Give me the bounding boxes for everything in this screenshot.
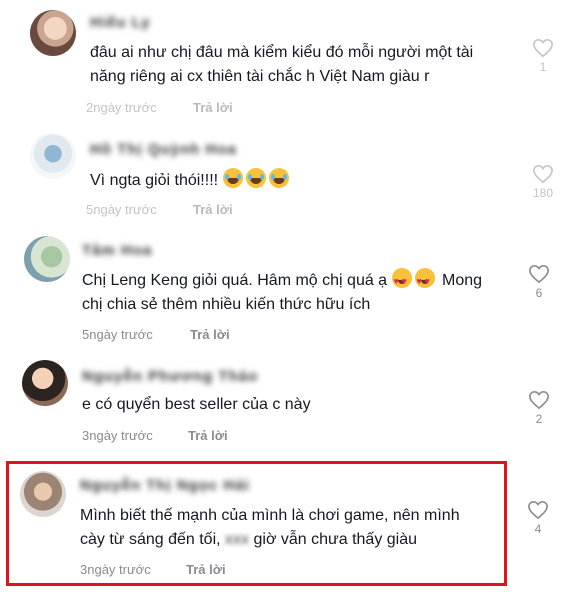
comment-time: 5ngày trước xyxy=(82,327,153,342)
reply-button[interactable]: Trả lời xyxy=(188,428,228,443)
comment-username[interactable]: Hiếu Ly xyxy=(90,14,151,31)
heart-icon xyxy=(533,38,553,58)
comment-text: e có quyển best seller của c này xyxy=(82,393,311,417)
avatar[interactable] xyxy=(24,236,70,282)
like-count: 180 xyxy=(532,186,554,200)
like-count: 4 xyxy=(534,522,542,536)
comment-username[interactable]: Nguyễn Phương Thảo xyxy=(82,368,258,385)
comment-text-line: Chị Leng Keng giỏi quá. Hâm mộ chị quá ạ xyxy=(82,272,388,289)
laughing-emoji-icon xyxy=(245,168,266,188)
like-count: 2 xyxy=(535,412,543,426)
comment-text: đâu ai như chị đâu mà kiểm kiểu đó mỗi n… xyxy=(90,41,473,89)
reply-button[interactable]: Trả lời xyxy=(193,100,233,115)
avatar[interactable] xyxy=(22,360,68,406)
like-button[interactable]: 4 xyxy=(523,500,553,536)
comment-text-line: Mong xyxy=(441,272,483,289)
like-count: 1 xyxy=(539,60,547,74)
comment-username[interactable]: Hồ Thị Quỳnh Hoa xyxy=(90,141,237,158)
heart-icon xyxy=(533,164,553,184)
like-button[interactable]: 6 xyxy=(524,264,554,300)
heart-icon xyxy=(528,500,548,520)
heart-eyes-emoji-icon xyxy=(391,268,412,293)
like-button[interactable]: 1 xyxy=(528,38,558,74)
comment-time: 2ngày trước xyxy=(86,100,157,115)
like-count: 6 xyxy=(535,286,543,300)
laughing-emoji-icon xyxy=(268,168,289,188)
heart-eyes-emoji-icon xyxy=(414,268,435,293)
comment-text-line: chị chia sẻ thêm nhiều kiến thức hữu ích xyxy=(82,296,371,313)
like-button[interactable]: 2 xyxy=(524,390,554,426)
laughing-emoji-icon xyxy=(222,168,243,188)
reply-button[interactable]: Trả lời xyxy=(193,202,233,217)
like-button[interactable]: 180 xyxy=(528,164,558,200)
comment-time: 5ngày trước xyxy=(86,202,157,217)
heart-icon xyxy=(529,264,549,284)
comment-text-line: Vì ngta giỏi thói!!!! xyxy=(90,172,219,189)
highlight-box xyxy=(6,461,507,586)
comment-text-line: e có quyển best seller của c này xyxy=(82,396,311,413)
avatar[interactable] xyxy=(30,10,76,56)
reply-button[interactable]: Trả lời xyxy=(190,327,230,342)
comment-time: 3ngày trước xyxy=(82,428,153,443)
heart-icon xyxy=(529,390,549,410)
comment-text: Vì ngta giỏi thói!!!! xyxy=(90,168,292,193)
comment-text-line: đâu ai như chị đâu mà kiểm kiểu đó mỗi n… xyxy=(90,44,474,61)
comment-text-line: năng riêng ai cx thiên tài chắc h Việt N… xyxy=(90,68,430,85)
comment-text: Chị Leng Keng giỏi quá. Hâm mộ chị quá ạ… xyxy=(82,268,482,317)
avatar[interactable] xyxy=(30,133,76,179)
comment-username[interactable]: Tâm Hoa xyxy=(82,242,152,259)
